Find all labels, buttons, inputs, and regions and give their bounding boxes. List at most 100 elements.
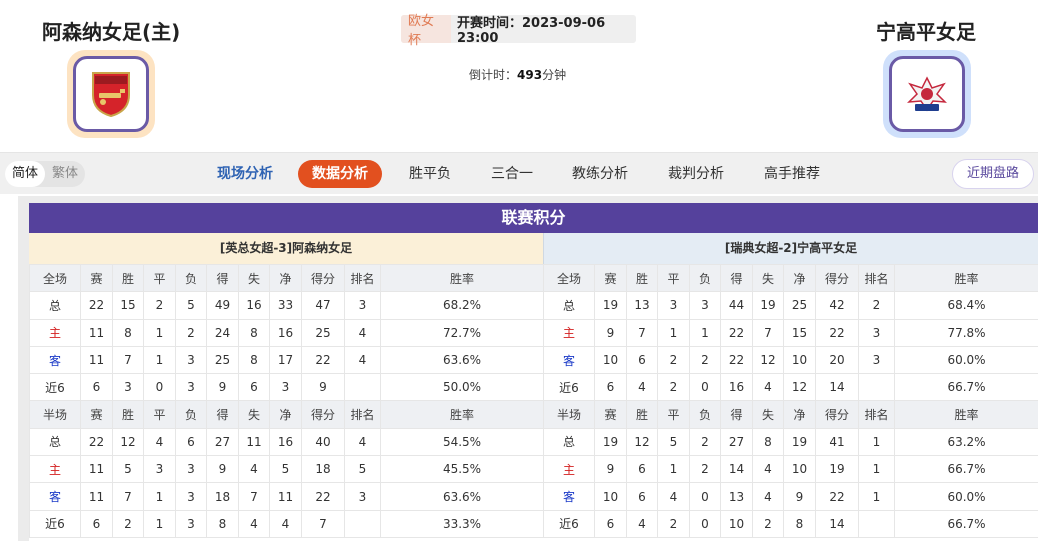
header-cell: 得分 bbox=[301, 263, 345, 293]
stat-cell: 6 bbox=[80, 373, 113, 402]
stat-cell bbox=[344, 509, 381, 538]
stat-cell: 4 bbox=[752, 373, 784, 402]
row-label-cell: 近6 bbox=[543, 373, 595, 402]
header-cell: 平 bbox=[143, 263, 176, 293]
header-cell: 平 bbox=[657, 400, 690, 429]
row-label-cell: 主 bbox=[543, 318, 595, 347]
stat-cell: 14 bbox=[815, 373, 859, 402]
stat-cell: 66.7% bbox=[894, 373, 1038, 402]
header-cell: 胜率 bbox=[380, 400, 544, 429]
stat-cell: 7 bbox=[112, 482, 144, 511]
away-team-name[interactable]: 宁高平女足 bbox=[876, 16, 976, 45]
match-info-box: 欧女杯 开赛时间：2023-09-06 23:00 bbox=[401, 14, 636, 48]
recent-odds-button[interactable]: 近期盘路 bbox=[952, 159, 1034, 189]
header-cell: 得 bbox=[206, 263, 239, 293]
stat-cell: 11 bbox=[80, 318, 113, 347]
table-row: 主 11 5 3 3 9 4 5 18 5 45.5% bbox=[29, 455, 544, 484]
header-cell: 净 bbox=[783, 400, 816, 429]
stat-cell: 13 bbox=[626, 291, 658, 320]
away-standings-panel: [瑞典女超-2]宁高平女足 全场赛胜平负得失净得分 排名 胜率总 19 13 3 3 44 19… bbox=[543, 233, 1038, 541]
stat-cell: 3 bbox=[858, 318, 895, 347]
home-team-logo[interactable] bbox=[67, 50, 155, 138]
stat-cell: 15 bbox=[783, 318, 816, 347]
stat-cell: 22 bbox=[80, 291, 113, 320]
table-row: 主 11 8 1 2 24 8 16 25 4 72.7% bbox=[29, 318, 544, 347]
row-label-cell: 主 bbox=[543, 455, 595, 484]
lang-simplified[interactable]: 简体 bbox=[5, 161, 46, 187]
stat-cell: 10 bbox=[594, 482, 627, 511]
stat-cell: 18 bbox=[301, 455, 345, 484]
stat-cell: 14 bbox=[720, 455, 753, 484]
stat-cell: 8 bbox=[112, 318, 144, 347]
header-cell: 得 bbox=[720, 263, 753, 293]
stat-cell: 19 bbox=[594, 291, 627, 320]
stat-cell: 24 bbox=[206, 318, 239, 347]
header-cell: 负 bbox=[689, 400, 721, 429]
row-label-cell: 总 bbox=[543, 427, 595, 457]
standings-header-row: 半场赛胜平负得失净得分 排名 胜率 bbox=[29, 400, 544, 429]
stat-cell: 1 bbox=[143, 509, 176, 538]
tab-expert-picks[interactable]: 高手推荐 bbox=[763, 160, 821, 188]
stat-cell: 22 bbox=[720, 345, 753, 375]
stat-cell: 3 bbox=[344, 482, 381, 511]
lang-traditional[interactable]: 繁体 bbox=[45, 161, 85, 187]
stat-cell: 9 bbox=[594, 455, 627, 484]
header-cell: 净 bbox=[269, 263, 302, 293]
competition-tag[interactable]: 欧女杯 bbox=[401, 14, 451, 48]
stat-cell: 5 bbox=[269, 455, 302, 484]
stat-cell: 1 bbox=[858, 427, 895, 457]
stat-cell: 7 bbox=[752, 318, 784, 347]
stat-cell: 8 bbox=[783, 509, 816, 538]
stat-cell: 22 bbox=[80, 427, 113, 457]
stat-cell: 27 bbox=[206, 427, 239, 457]
home-standings-table: 全场赛胜平负得失净得分 排名 胜率总 22 15 2 5 49 16 33 47 3 68.2% 主 11 8… bbox=[29, 263, 544, 538]
stat-cell: 2 bbox=[657, 345, 690, 375]
stat-cell: 1 bbox=[143, 345, 176, 375]
table-row: 近6 6 4 2 0 10 2 8 14 66.7% bbox=[543, 509, 1038, 538]
stat-cell: 2 bbox=[858, 291, 895, 320]
tab-three-in-one[interactable]: 三合一 bbox=[489, 160, 535, 188]
stat-cell: 45.5% bbox=[380, 455, 544, 484]
stat-cell: 10 bbox=[594, 345, 627, 375]
row-label-cell: 近6 bbox=[29, 373, 81, 402]
tab-coach-analysis[interactable]: 教练分析 bbox=[571, 160, 629, 188]
away-team-logo[interactable] bbox=[883, 50, 971, 138]
stat-cell: 2 bbox=[689, 345, 721, 375]
stat-cell: 6 bbox=[594, 509, 627, 538]
header-cell: 排名 bbox=[344, 263, 381, 293]
stat-cell: 1 bbox=[657, 318, 690, 347]
stat-cell: 12 bbox=[626, 427, 658, 457]
countdown-value: 493 bbox=[517, 68, 543, 82]
stat-cell: 0 bbox=[689, 509, 721, 538]
header-cell: 失 bbox=[238, 400, 270, 429]
stat-cell: 4 bbox=[752, 482, 784, 511]
tab-win-draw-loss[interactable]: 胜平负 bbox=[407, 160, 453, 188]
stat-cell: 4 bbox=[344, 318, 381, 347]
tab-referee-analysis[interactable]: 裁判分析 bbox=[667, 160, 725, 188]
stat-cell: 12 bbox=[752, 345, 784, 375]
tab-live-analysis[interactable]: 现场分析 bbox=[216, 160, 274, 188]
stat-cell: 0 bbox=[689, 373, 721, 402]
stat-cell: 22 bbox=[720, 318, 753, 347]
stat-cell: 19 bbox=[815, 455, 859, 484]
row-label-cell: 近6 bbox=[543, 509, 595, 538]
row-label-cell: 客 bbox=[543, 345, 595, 375]
tab-data-analysis[interactable]: 数据分析 bbox=[298, 160, 382, 188]
header-cell: 得分 bbox=[815, 400, 859, 429]
stat-cell: 8 bbox=[206, 509, 239, 538]
stat-cell: 5 bbox=[175, 291, 207, 320]
header-cell: 得分 bbox=[815, 263, 859, 293]
stat-cell: 11 bbox=[80, 455, 113, 484]
header-cell: 得 bbox=[720, 400, 753, 429]
stat-cell: 3 bbox=[175, 373, 207, 402]
stat-cell: 4 bbox=[238, 509, 270, 538]
row-label-cell: 主 bbox=[29, 455, 81, 484]
stat-cell: 6 bbox=[626, 455, 658, 484]
home-team-name[interactable]: 阿森纳女足(主) bbox=[42, 16, 180, 45]
stat-cell: 4 bbox=[626, 509, 658, 538]
countdown: 倒计时：493分钟 bbox=[469, 66, 566, 83]
stat-cell: 8 bbox=[752, 427, 784, 457]
stat-cell: 40 bbox=[301, 427, 345, 457]
stat-cell: 60.0% bbox=[894, 345, 1038, 375]
stat-cell: 77.8% bbox=[894, 318, 1038, 347]
